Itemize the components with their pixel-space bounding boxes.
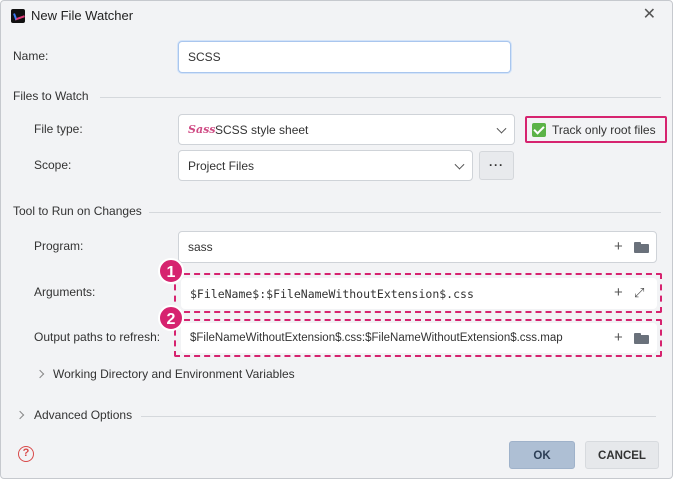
chevron-down-icon	[496, 123, 507, 134]
ok-button[interactable]: OK	[509, 441, 575, 469]
arguments-label: Arguments:	[34, 285, 96, 299]
add-macro-icon[interactable]: +	[614, 239, 623, 254]
files-to-watch-heading: Files to Watch	[13, 89, 89, 103]
scope-value: Project Files	[188, 158, 255, 173]
track-root-label: Track only root files	[552, 122, 656, 137]
working-directory-toggle[interactable]: Working Directory and Environment Variab…	[53, 367, 295, 381]
callout-badge-2: 2	[158, 305, 184, 331]
title-bar: New File Watcher ✕	[1, 1, 672, 31]
advanced-options-toggle[interactable]: Advanced Options	[34, 408, 132, 422]
name-value: SCSS	[188, 50, 221, 64]
new-file-watcher-dialog: New File Watcher ✕ Name: SCSS Files to W…	[0, 0, 673, 479]
program-input[interactable]: sass	[178, 231, 657, 263]
file-type-select[interactable]: Sass SCSS style sheet	[178, 114, 515, 145]
callout-badge-1: 1	[158, 258, 184, 284]
dialog-title: New File Watcher	[31, 8, 134, 23]
program-label: Program:	[34, 239, 84, 253]
chevron-right-icon[interactable]	[15, 410, 25, 420]
track-root-checkbox[interactable]: Track only root files	[525, 116, 667, 143]
scope-select[interactable]: Project Files	[178, 150, 473, 181]
cancel-button[interactable]: CANCEL	[585, 441, 659, 469]
tool-section-separator	[149, 212, 661, 213]
advanced-separator	[141, 416, 656, 417]
chevron-right-icon[interactable]	[35, 369, 45, 379]
checkbox-checked-icon	[532, 122, 546, 137]
file-type-label: File type:	[34, 122, 83, 136]
program-value: sass	[188, 240, 213, 254]
name-label: Name:	[13, 49, 49, 63]
scope-label: Scope:	[34, 158, 72, 172]
scope-browse-button[interactable]: ···	[479, 151, 514, 180]
app-logo-icon	[11, 9, 25, 23]
files-to-watch-separator	[100, 97, 661, 98]
close-icon[interactable]: ✕	[643, 7, 656, 23]
output-paths-label: Output paths to refresh:	[34, 330, 161, 344]
output-paths-highlight-box	[174, 319, 662, 357]
name-input[interactable]: SCSS	[178, 41, 511, 73]
arguments-highlight-box	[174, 273, 662, 313]
help-icon[interactable]: ?	[18, 446, 34, 462]
tool-section-heading: Tool to Run on Changes	[13, 204, 142, 218]
chevron-down-icon	[454, 159, 465, 170]
file-type-value: SCSS style sheet	[215, 122, 309, 137]
sass-icon: Sass	[188, 122, 216, 136]
folder-icon[interactable]	[634, 242, 649, 253]
